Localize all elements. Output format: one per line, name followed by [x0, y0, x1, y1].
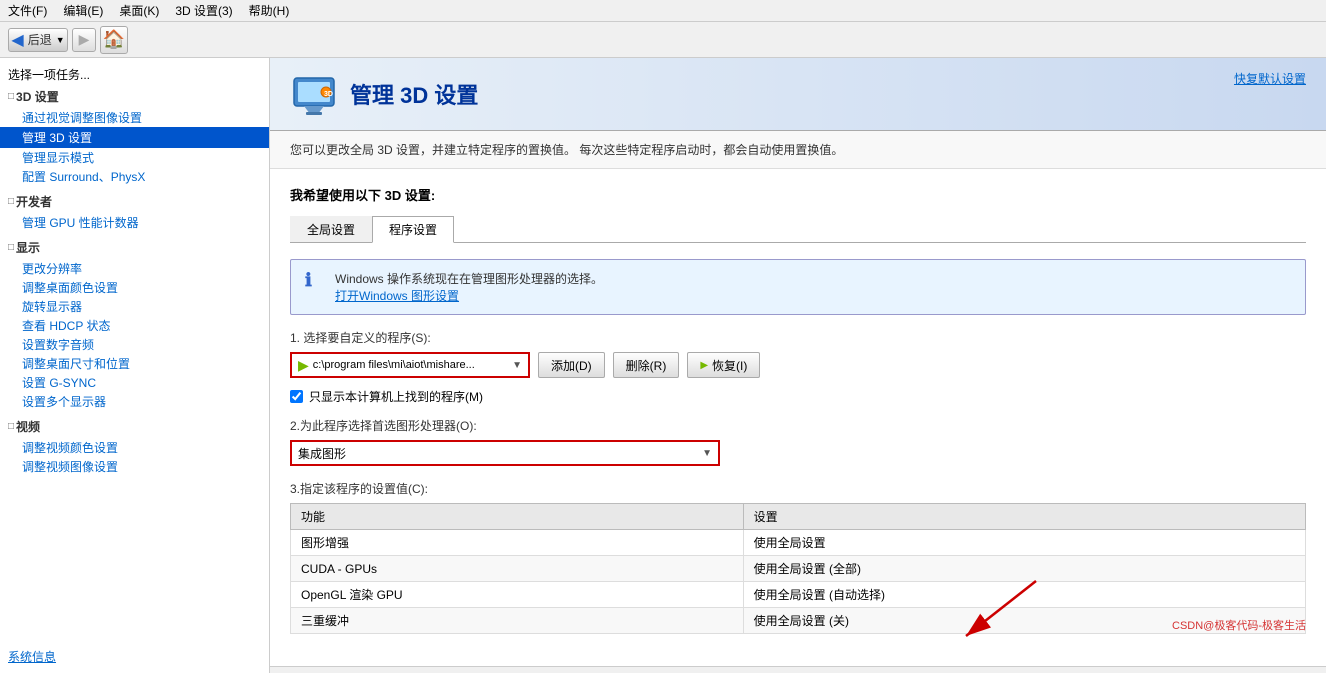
- menu-help[interactable]: 帮助(H): [249, 2, 290, 19]
- svg-text:3D: 3D: [324, 91, 333, 98]
- table-row[interactable]: OpenGL 渲染 GPU 使用全局设置 (自动选择): [291, 582, 1306, 608]
- checkbox-row: 只显示本计算机上找到的程序(M): [290, 388, 1306, 405]
- program-select[interactable]: ▶ c:\program files\mi\aiot\mishare... ▼: [290, 352, 530, 378]
- home-icon: 🏠: [103, 29, 125, 50]
- content-body: 我希望使用以下 3D 设置: 全局设置 程序设置 ℹ Windows 操作系统现…: [270, 169, 1326, 650]
- header-icon: 3D: [290, 70, 338, 118]
- page-title: 管理 3D 设置: [350, 78, 478, 110]
- sidebar-item-manage3d[interactable]: 管理 3D 设置: [0, 127, 269, 148]
- toolbar: ◀ 后退 ▼ ▶ 🏠: [0, 22, 1326, 58]
- sidebar-item-display-mode[interactable]: 管理显示模式: [0, 148, 269, 167]
- dropdown-icon: ▼: [512, 360, 522, 371]
- sidebar-item-visual[interactable]: 通过视觉调整图像设置: [0, 108, 269, 127]
- menu-desktop[interactable]: 桌面(K): [119, 2, 159, 19]
- settings-table: 功能 设置 图形增强 使用全局设置 CUDA - GPUs 使用全局设置 (全部…: [290, 503, 1306, 634]
- minus-icon-3d: □: [8, 91, 14, 102]
- forward-button[interactable]: ▶: [72, 28, 96, 52]
- step2-row: 集成图形 ▼: [290, 440, 1306, 466]
- nvidia-icon: ▶: [298, 357, 309, 374]
- restore-defaults-button[interactable]: 快复默认设置: [1234, 70, 1306, 87]
- tab-global[interactable]: 全局设置: [290, 216, 372, 242]
- content-description: 您可以更改全局 3D 设置，并建立特定程序的置换值。 每次这些特定程序启动时，都…: [270, 131, 1326, 169]
- feature-cell: CUDA - GPUs: [291, 556, 744, 582]
- processor-value: 集成图形: [298, 445, 346, 462]
- sidebar-item-audio[interactable]: 设置数字音频: [0, 335, 269, 354]
- sidebar-section-video: □ 视频: [0, 415, 269, 438]
- table-row[interactable]: 图形增强 使用全局设置: [291, 530, 1306, 556]
- sidebar-item-color[interactable]: 调整桌面颜色设置: [0, 278, 269, 297]
- program-value: c:\program files\mi\aiot\mishare...: [313, 359, 475, 371]
- menubar: 文件(F) 编辑(E) 桌面(K) 3D 设置(3) 帮助(H): [0, 0, 1326, 22]
- menu-3d-settings[interactable]: 3D 设置(3): [175, 2, 232, 19]
- sidebar-item-resolution[interactable]: 更改分辨率: [0, 259, 269, 278]
- step3-label: 3.指定该程序的设置值(C):: [290, 480, 1306, 497]
- sidebar-item-surround[interactable]: 配置 Surround、PhysX: [0, 167, 269, 186]
- sidebar-item-video-color[interactable]: 调整视频颜色设置: [0, 438, 269, 457]
- windows-graphics-link[interactable]: 打开Windows 图形设置: [335, 289, 459, 303]
- minus-icon-video: □: [8, 421, 14, 432]
- minus-icon-display: □: [8, 242, 14, 253]
- dropdown-arrow-icon: ▼: [56, 35, 65, 45]
- sidebar-section-dev: □ 开发者: [0, 190, 269, 213]
- setting-cell: 使用全局设置 (全部): [743, 556, 1305, 582]
- step2-label: 2.为此程序选择首选图形处理器(O):: [290, 417, 1306, 434]
- sidebar-item-video-image[interactable]: 调整视频图像设置: [0, 457, 269, 476]
- feature-cell: OpenGL 渲染 GPU: [291, 582, 744, 608]
- sidebar-section-display: □ 显示: [0, 236, 269, 259]
- processor-select[interactable]: 集成图形 ▼: [290, 440, 720, 466]
- minus-icon-dev: □: [8, 196, 14, 207]
- sidebar: 选择一项任务... □ 3D 设置 通过视觉调整图像设置 管理 3D 设置 管理…: [0, 58, 270, 673]
- col-setting: 设置: [743, 504, 1305, 530]
- show-only-checkbox[interactable]: [290, 390, 303, 403]
- main-layout: 选择一项任务... □ 3D 设置 通过视觉调整图像设置 管理 3D 设置 管理…: [0, 58, 1326, 673]
- tab-program[interactable]: 程序设置: [372, 216, 454, 243]
- back-label: 后退: [28, 31, 52, 48]
- sidebar-section-3d: □ 3D 设置: [0, 85, 269, 108]
- feature-cell: 图形增强: [291, 530, 744, 556]
- col-feature: 功能: [291, 504, 744, 530]
- section-title: 我希望使用以下 3D 设置:: [290, 185, 1306, 204]
- nvidia-small-icon: ▶: [700, 360, 708, 371]
- processor-dropdown-icon: ▼: [702, 448, 712, 459]
- sidebar-header: 选择一项任务...: [0, 64, 269, 85]
- system-info-link[interactable]: 系统信息: [8, 648, 56, 665]
- back-button[interactable]: ◀ 后退 ▼: [8, 28, 68, 52]
- sidebar-item-gsync[interactable]: 设置 G-SYNC: [0, 373, 269, 392]
- table-row[interactable]: CUDA - GPUs 使用全局设置 (全部): [291, 556, 1306, 582]
- info-content: Windows 操作系统现在在管理图形处理器的选择。 打开Windows 图形设…: [335, 270, 603, 304]
- forward-icon: ▶: [79, 31, 90, 48]
- info-box: ℹ Windows 操作系统现在在管理图形处理器的选择。 打开Windows 图…: [290, 259, 1306, 315]
- home-button[interactable]: 🏠: [100, 26, 128, 54]
- setting-cell: 使用全局设置 (自动选择): [743, 582, 1305, 608]
- back-icon: ◀: [11, 30, 23, 50]
- setting-cell: 使用全局设置: [743, 530, 1305, 556]
- step1-label: 1. 选择要自定义的程序(S):: [290, 329, 1306, 346]
- add-button[interactable]: 添加(D): [538, 352, 605, 378]
- menu-edit[interactable]: 编辑(E): [63, 2, 103, 19]
- content-header: 3D 管理 3D 设置 快复默认设置: [270, 58, 1326, 131]
- tab-bar: 全局设置 程序设置: [290, 216, 1306, 243]
- info-icon: ℹ: [305, 270, 325, 291]
- sidebar-item-rotate[interactable]: 旋转显示器: [0, 297, 269, 316]
- delete-button[interactable]: 删除(R): [613, 352, 680, 378]
- step1-row: ▶ c:\program files\mi\aiot\mishare... ▼ …: [290, 352, 1306, 378]
- table-row[interactable]: 三重缓冲 使用全局设置 (关): [291, 608, 1306, 634]
- sidebar-item-gpu-counter[interactable]: 管理 GPU 性能计数器: [0, 213, 269, 232]
- sidebar-item-multi-display[interactable]: 设置多个显示器: [0, 392, 269, 411]
- bottom-bar: 应用(A) 取消: [270, 666, 1326, 673]
- content-area: 3D 管理 3D 设置 快复默认设置 您可以更改全局 3D 设置，并建立特定程序…: [270, 58, 1326, 673]
- feature-cell: 三重缓冲: [291, 608, 744, 634]
- menu-file[interactable]: 文件(F): [8, 2, 47, 19]
- sidebar-item-hdcp[interactable]: 查看 HDCP 状态: [0, 316, 269, 335]
- checkbox-label: 只显示本计算机上找到的程序(M): [309, 388, 483, 405]
- watermark: CSDN@极客代码-极客生活: [1172, 617, 1306, 633]
- sidebar-item-desktop-size[interactable]: 调整桌面尺寸和位置: [0, 354, 269, 373]
- restore-button[interactable]: ▶ 恢复(I): [687, 352, 760, 378]
